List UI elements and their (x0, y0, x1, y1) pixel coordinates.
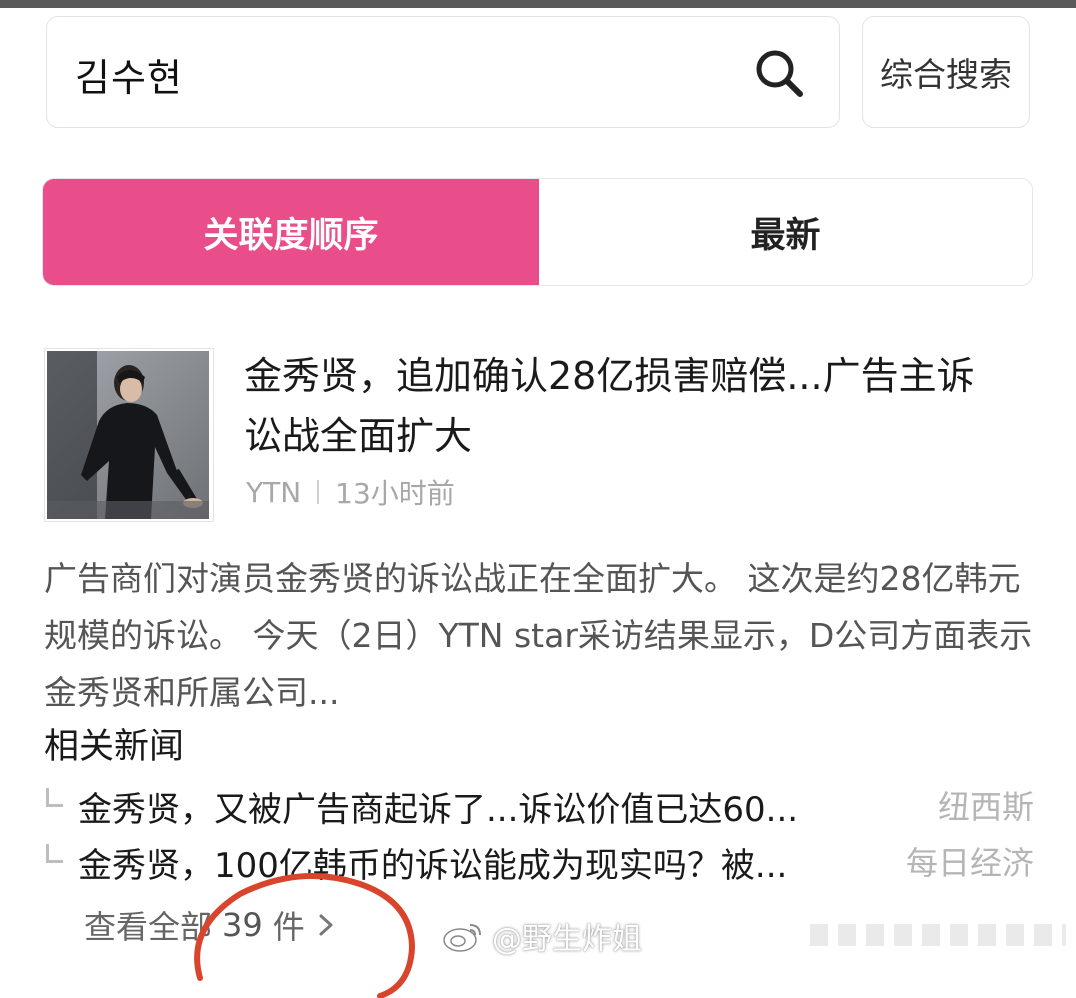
related-news-item[interactable]: 金秀贤，100亿韩币的诉讼能成为现实吗？被... 每日经济 (44, 838, 1034, 888)
related-news-source: 纽西斯 (937, 788, 1034, 826)
watermark-stripe (810, 924, 1066, 946)
related-news-title[interactable]: 金秀贤，又被广告商起诉了...诉讼价值已达60... (78, 782, 868, 831)
article-summary[interactable]: 广告商们对演员金秀贤的诉讼战正在全面扩大。 这次是约28亿韩元规模的诉讼。 今天… (44, 550, 1034, 721)
related-news-item[interactable]: 金秀贤，又被广告商起诉了...诉讼价值已达60... 纽西斯 (44, 782, 1034, 832)
meta-divider (317, 480, 320, 504)
article-time: 13小时前 (335, 477, 455, 510)
tab-relevance[interactable]: 关联度顺序 (43, 179, 539, 285)
related-news-heading: 相关新闻 (44, 727, 185, 767)
top-status-strip (0, 0, 1076, 8)
thumbnail-photo (47, 351, 209, 519)
tab-latest[interactable]: 最新 (539, 179, 1032, 285)
view-all-label: 查看全部 (84, 908, 213, 946)
chevron-right-icon (319, 914, 333, 936)
article-meta: YTN 13小时前 (246, 472, 455, 512)
view-all-unit: 件 (272, 908, 305, 946)
tree-branch-icon (46, 788, 63, 807)
article-thumbnail[interactable] (44, 348, 214, 522)
watermark-text: @野生炸姐 (492, 922, 642, 957)
tree-branch-icon (46, 844, 63, 863)
search-icon[interactable] (753, 47, 805, 99)
watermark: @野生炸姐 (442, 914, 642, 958)
view-all-count: 39 (222, 906, 263, 944)
combined-search-button[interactable]: 综合搜索 (862, 16, 1030, 128)
sort-tabs: 关联度顺序 最新 (42, 178, 1033, 286)
view-all-link[interactable]: 查看全部 39 件 (84, 902, 341, 948)
search-input[interactable]: 김수현 (46, 16, 840, 128)
search-query-text: 김수현 (75, 56, 183, 100)
related-news-source: 每日经济 (905, 844, 1034, 882)
weibo-logo-icon (443, 924, 481, 952)
article-source: YTN (246, 475, 302, 509)
related-news-title[interactable]: 金秀贤，100亿韩币的诉讼能成为现实吗？被... (78, 838, 868, 887)
article-headline[interactable]: 金秀贤，追加确认28亿损害赔偿...广告主诉讼战全面扩大 (244, 346, 1004, 466)
